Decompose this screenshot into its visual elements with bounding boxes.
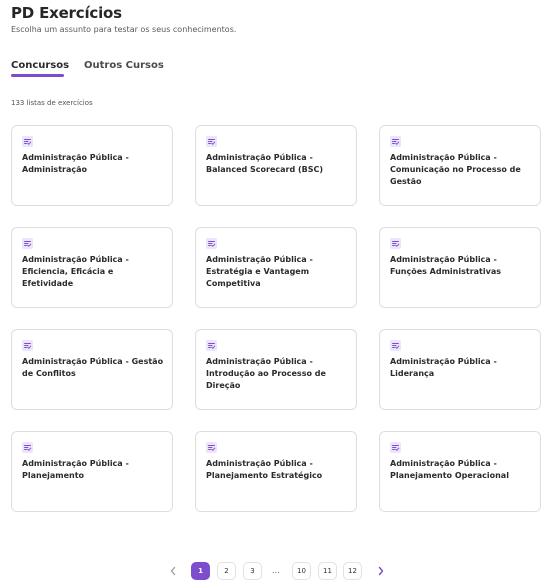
list-check-icon [22, 442, 33, 453]
list-check-icon [390, 340, 401, 351]
exercise-card[interactable]: Administração Pública - Planejamento [11, 431, 173, 512]
list-check-icon [390, 238, 401, 249]
exercise-card[interactable]: Administração Pública - Planejamento Ope… [379, 431, 541, 512]
chevron-right-icon[interactable] [373, 562, 389, 580]
exercise-card-title: Administração Pública - Estratégia e Van… [206, 255, 313, 289]
page-subtitle: Escolha um assunto para testar os seus c… [11, 25, 237, 34]
exercise-card-title: Administração Pública - Administração [22, 153, 129, 175]
page-button-2[interactable]: 2 [217, 562, 236, 580]
exercise-card[interactable]: Administração Pública - Liderança [379, 329, 541, 410]
page-button-3[interactable]: 3 [243, 562, 262, 580]
list-check-icon [206, 238, 217, 249]
exercise-card-title: Administração Pública - Introdução ao Pr… [206, 357, 326, 391]
list-check-icon [390, 442, 401, 453]
exercise-card[interactable]: Administração Pública - Administração [11, 125, 173, 206]
exercise-card[interactable]: Administração Pública - Gestão de Confli… [11, 329, 173, 410]
exercise-card[interactable]: Administração Pública - Planejamento Est… [195, 431, 357, 512]
active-tab-underline [11, 74, 64, 77]
exercise-card[interactable]: Administração Pública - Estratégia e Van… [195, 227, 357, 308]
exercise-card-title: Administração Pública - Gestão de Confli… [22, 357, 164, 379]
list-count: 133 listas de exercícios [11, 99, 93, 107]
list-check-icon [22, 238, 33, 249]
exercise-card[interactable]: Administração Pública - Funções Administ… [379, 227, 541, 308]
exercise-card-title: Administração Pública - Liderança [390, 357, 497, 379]
exercise-card[interactable]: Administração Pública - Balanced Scoreca… [195, 125, 357, 206]
exercise-card[interactable]: Administração Pública - Eficiencia, Efic… [11, 227, 173, 308]
exercise-card-title: Administração Pública - Balanced Scoreca… [206, 153, 324, 175]
list-check-icon [22, 136, 33, 147]
list-check-icon [390, 136, 401, 147]
exercise-card-title: Administração Pública - Planejamento Est… [206, 459, 323, 481]
tab-concursos[interactable]: Concursos [11, 60, 69, 71]
exercise-card[interactable]: Administração Pública - Introdução ao Pr… [195, 329, 357, 410]
list-check-icon [206, 442, 217, 453]
exercise-card-title: Administração Pública - Funções Administ… [390, 255, 501, 277]
page-title: PD Exercícios [11, 4, 122, 22]
page-button-12[interactable]: 12 [343, 562, 362, 580]
list-check-icon [206, 340, 217, 351]
tab-outros-cursos[interactable]: Outros Cursos [84, 60, 164, 71]
chevron-left-icon[interactable] [165, 562, 181, 580]
page-button-11[interactable]: 11 [318, 562, 337, 580]
exercise-card-title: Administração Pública - Comunicação no P… [390, 153, 521, 187]
list-check-icon [22, 340, 33, 351]
list-check-icon [206, 136, 217, 147]
exercise-card-title: Administração Pública - Planejamento Ope… [390, 459, 509, 481]
page-ellipsis: ... [272, 566, 280, 575]
exercise-card-title: Administração Pública - Eficiencia, Efic… [22, 255, 129, 289]
exercise-card-title: Administração Pública - Planejamento [22, 459, 129, 481]
page-button-1[interactable]: 1 [191, 562, 210, 580]
exercise-card[interactable]: Administração Pública - Comunicação no P… [379, 125, 541, 206]
page-button-10[interactable]: 10 [292, 562, 311, 580]
